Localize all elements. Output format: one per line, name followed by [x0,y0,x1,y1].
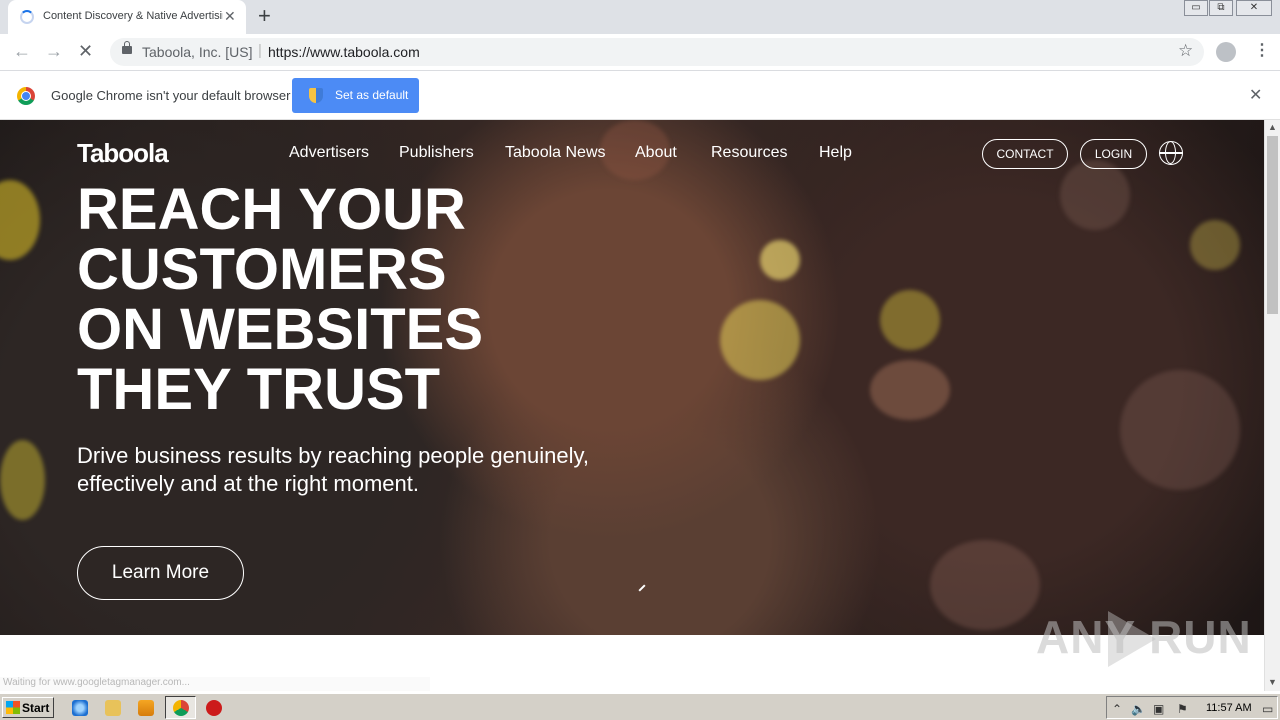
taboola-logo[interactable]: Taboola [77,138,169,169]
tab-close-icon[interactable]: ✕ [224,8,236,25]
bokeh-light [930,540,1040,630]
mouse-cursor-icon [638,584,646,592]
uac-shield-icon [309,88,323,103]
set-as-default-label: Set as default [335,88,409,102]
status-bubble: Waiting for www.googletagmanager.com... [0,677,430,691]
chrome-logo-icon [17,87,35,105]
media-player-icon[interactable] [138,700,154,716]
opera-icon[interactable] [206,700,222,716]
nav-publishers[interactable]: Publishers [399,144,474,162]
volume-icon[interactable]: 🔈 [1131,702,1146,716]
learn-more-button[interactable]: Learn More [77,546,244,600]
headline-line: THEY TRUST [77,357,441,422]
loading-spinner-icon [20,10,34,24]
chrome-menu-icon[interactable]: ⋮ [1254,40,1270,60]
url-separator: | [258,42,262,59]
windows-logo-icon [6,701,20,714]
lock-icon[interactable] [122,41,132,54]
globe-icon[interactable] [1159,141,1183,165]
bokeh-light [880,290,940,350]
scroll-up-arrow-icon[interactable]: ▲ [1268,122,1277,132]
contact-button[interactable]: CONTACT [982,139,1068,169]
forward-button[interactable]: → [45,41,63,62]
system-tray: ⌃ 🔈 ▣ ⚑ 11:57 AM ▭ [1106,696,1278,719]
bokeh-light [720,300,800,380]
start-button[interactable]: Start [2,697,54,718]
address-bar[interactable]: Taboola, Inc. [US] | https://www.taboola… [110,38,1204,66]
bokeh-light [1120,370,1240,490]
hero-headline: REACH YOUR CUSTOMERS ON WEBSITES THEY TR… [77,180,677,420]
hero-subtext: Drive business results by reaching peopl… [77,443,589,496]
bokeh-light [0,440,45,520]
login-button[interactable]: LOGIN [1080,139,1147,169]
browser-toolbar: ← → ✕ Taboola, Inc. [US] | https://www.t… [0,34,1280,71]
start-label: Start [22,701,50,715]
chrome-taskbar-button[interactable] [165,696,196,719]
stop-loading-button[interactable]: ✕ [78,41,93,62]
tab-title: Content Discovery & Native Advertising [43,10,223,22]
internet-explorer-icon[interactable] [72,700,88,716]
page-scrollbar[interactable]: ▲ ▼ [1264,120,1280,691]
tab-strip: Content Discovery & Native Advertising ✕… [0,0,1280,34]
watermark-play-icon [1108,611,1156,667]
scroll-thumb[interactable] [1267,136,1278,314]
scroll-down-arrow-icon[interactable]: ▼ [1268,677,1277,687]
action-center-flag-icon[interactable]: ⚑ [1177,702,1188,716]
windows-taskbar: Start ⌃ 🔈 ▣ ⚑ 11:57 AM ▭ [0,693,1280,720]
bokeh-light [1190,220,1240,270]
bokeh-light [760,240,800,280]
close-window-button[interactable]: ✕ [1236,0,1272,16]
bokeh-light [870,360,950,420]
nav-resources[interactable]: Resources [711,144,787,162]
minimize-button[interactable]: ▭ [1184,0,1208,16]
headline-line: REACH YOUR [77,177,466,242]
nav-taboola-news[interactable]: Taboola News [505,144,606,162]
infobar-close-icon[interactable]: ✕ [1249,85,1262,105]
nav-advertisers[interactable]: Advertisers [289,144,369,162]
default-browser-infobar: Google Chrome isn't your default browser… [0,71,1280,120]
restore-button[interactable]: ⧉ [1209,0,1233,16]
url-text[interactable]: https://www.taboola.com [268,44,420,60]
new-tab-button[interactable]: + [258,3,271,29]
bokeh-light [0,180,40,260]
nav-about[interactable]: About [635,144,677,162]
headline-line: ON WEBSITES [77,297,484,362]
show-desktop-icon[interactable]: ▭ [1262,702,1273,716]
network-icon[interactable]: ▣ [1153,702,1164,716]
set-as-default-button[interactable]: Set as default [292,78,419,113]
headline-line: CUSTOMERS [77,237,447,302]
chrome-icon [173,700,189,716]
bokeh-light [1060,160,1130,230]
infobar-message: Google Chrome isn't your default browser [51,88,291,103]
browser-tab[interactable]: Content Discovery & Native Advertising ✕ [8,0,246,34]
taskbar-clock[interactable]: 11:57 AM [1206,702,1252,714]
profile-avatar-icon[interactable] [1216,42,1236,62]
nav-help[interactable]: Help [819,144,852,162]
hero-banner: Taboola Advertisers Publishers Taboola N… [0,120,1264,635]
back-button[interactable]: ← [13,41,31,62]
site-identity[interactable]: Taboola, Inc. [US] [142,44,253,60]
bookmark-star-icon[interactable]: ☆ [1178,41,1193,61]
folder-icon[interactable] [105,700,121,716]
show-hidden-icons-icon[interactable]: ⌃ [1112,702,1122,716]
